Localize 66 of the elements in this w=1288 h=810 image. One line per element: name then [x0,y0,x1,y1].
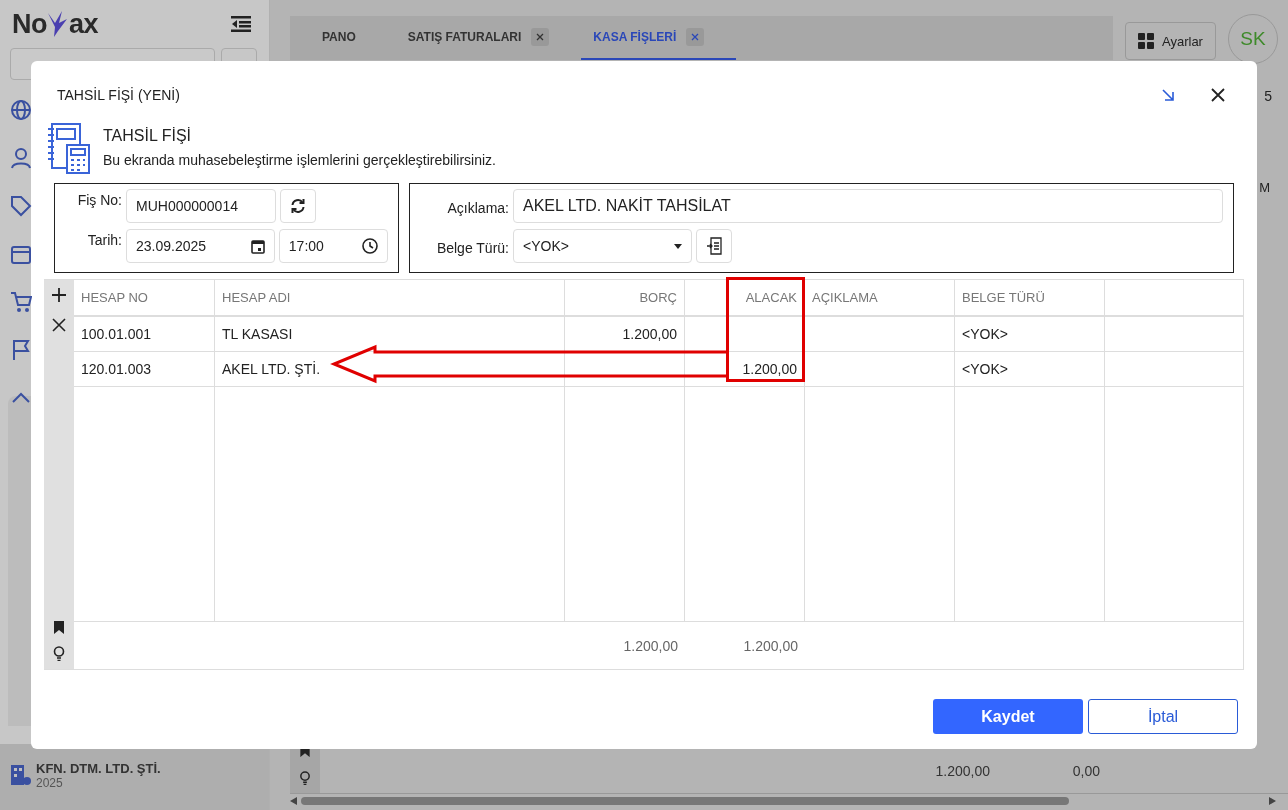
table-cell: 100.01.001 [81,326,152,342]
table-cell: AKEL LTD. ŞTİ. [222,361,321,377]
document-icon [706,237,722,255]
field-label: Açıklama: [446,198,509,216]
total-cell: 1.200,00 [743,637,798,654]
cancel-button[interactable]: İptal [1088,699,1238,734]
table-cell: 1.200,00 [742,361,797,377]
ledger-calculator-icon [47,123,91,174]
user-icon[interactable] [10,147,32,169]
flag-icon[interactable] [10,339,32,361]
column-header[interactable]: AÇIKLAMA [812,290,878,305]
time-field[interactable]: 17:00 [278,229,388,263]
arrow-icon[interactable] [1161,88,1175,102]
logo: No ax [12,8,99,40]
section-title: TAHSİL FİŞİ [103,127,192,145]
dropdown[interactable]: <YOK> [513,229,692,263]
scroll-left-icon[interactable] [290,797,297,805]
globe-icon[interactable] [10,99,32,121]
box-icon[interactable] [10,243,32,265]
table-cell: 1.200,00 [622,326,677,342]
table-cell: <YOK> [962,361,1008,377]
grid-icon [1138,33,1154,49]
refresh-button[interactable] [280,189,316,223]
settings-button[interactable]: Ayarlar [1125,22,1216,60]
clock-icon [362,238,378,254]
close-icon[interactable] [1211,88,1225,102]
delete-icon[interactable] [52,318,66,332]
column-header[interactable]: HESAP NO [81,290,148,305]
total-cell: 1.200,00 [623,637,678,654]
scroll-right-icon[interactable] [1269,797,1276,805]
date-field[interactable]: 23.09.2025 [126,229,275,263]
company-year: 2025 [36,775,64,790]
lightbulb-icon[interactable] [299,771,311,785]
dialog-title: TAHSİL FİŞİ (YENİ) [57,87,181,103]
column-header[interactable]: HESAP ADI [222,290,291,305]
menu-collapse-icon[interactable] [231,16,251,32]
input-field[interactable]: MUH000000014 [126,189,276,223]
tag-icon[interactable] [10,195,32,217]
column-header[interactable]: BELGE TÜRÜ [962,290,1045,305]
table-cell: <YOK> [962,326,1008,342]
table-cell: 120.01.003 [81,361,152,377]
add-icon[interactable] [52,288,66,302]
company-name: KFN. DTM. LTD. ŞTİ. [36,760,161,776]
cart-icon[interactable] [10,291,32,313]
bookmark-icon[interactable] [54,621,64,634]
input-field[interactable]: AKEL LTD. NAKİT TAHSİLAT [513,189,1223,223]
lightbulb-icon[interactable] [53,646,65,661]
table-cell-text: 0,00 [1071,763,1100,779]
caret-icon [674,243,682,249]
column-header[interactable]: BORÇ [639,290,677,305]
tab[interactable]: PANO [310,16,396,60]
tab[interactable]: SATIŞ FATURALARI [395,16,582,60]
calendar-icon [250,238,265,254]
field-label: Fiş No: [76,191,122,208]
document-button[interactable] [696,229,732,263]
column-header[interactable]: ALACAK [745,290,797,305]
background-text: M [1259,180,1270,195]
save-button[interactable]: Kaydet [933,699,1083,734]
refresh-icon [290,198,306,214]
section-subtitle: Bu ekranda muhasebeleştirme işlemlerini gerçekleştirebilirsiniz. [103,152,496,168]
field-label: Belge Türü: [435,238,509,256]
building-icon [10,764,32,786]
table-cell: TL KASASI [222,326,293,342]
background-text: 5 [1264,88,1272,104]
field-label: Tarih: [86,231,122,248]
table-cell-text: 1.200,00 [934,763,990,779]
